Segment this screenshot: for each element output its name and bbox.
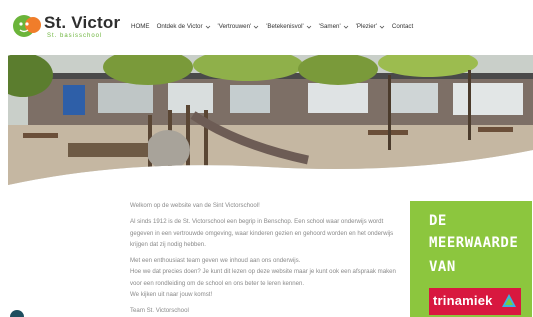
nav-item-contact[interactable]: Contact bbox=[392, 23, 413, 30]
main-nav: HOME Ontdek de Victor 'Vertrouwen' 'Bete… bbox=[131, 23, 420, 30]
chevron-down-icon bbox=[306, 25, 311, 29]
welcome-text: Welkom op de website van de Sint Victors… bbox=[130, 202, 260, 209]
team-paragraph-line: We kijken uit naar jouw komst! bbox=[130, 291, 213, 299]
logo-subtitle: St. basisschool bbox=[47, 33, 103, 39]
triangle-logo-icon bbox=[502, 294, 516, 307]
chevron-down-icon bbox=[343, 25, 348, 29]
nav-item-home[interactable]: HOME bbox=[131, 23, 150, 30]
chevron-down-icon bbox=[253, 25, 259, 29]
team-paragraph-line: Hoe we dat precies doen? Je kunt dit lez… bbox=[130, 268, 396, 287]
team-paragraph-line: Met een enthousiast team geven we inhoud… bbox=[130, 257, 301, 265]
logo-mark-icon bbox=[13, 15, 41, 37]
brand-name: trinamiek bbox=[433, 293, 493, 308]
nav-item-vertrouwen[interactable]: 'Vertrouwen' bbox=[218, 23, 260, 30]
nav-item-label: 'Samen' bbox=[318, 23, 341, 30]
chevron-down-icon bbox=[379, 25, 385, 29]
site-header: St. Victor St. basisschool HOME Ontdek d… bbox=[0, 0, 533, 55]
promo-line: VAN bbox=[429, 259, 456, 275]
trinamiek-badge[interactable]: trinamiek bbox=[429, 288, 521, 315]
nav-item-betekenisvol[interactable]: 'Betekenisvol' bbox=[266, 23, 311, 30]
nav-item-label: 'Vertrouwen' bbox=[217, 23, 252, 30]
hero-image bbox=[8, 55, 533, 187]
nav-item-label: Ontdek de Victor bbox=[156, 23, 203, 30]
intro-paragraph: Al sinds 1912 is de St. Victorschool een… bbox=[130, 218, 394, 248]
signoff-text: Team St. Victorschool bbox=[130, 307, 189, 315]
nav-item-label: HOME bbox=[131, 23, 150, 30]
nav-item-plezier[interactable]: 'Plezier' bbox=[356, 23, 385, 30]
nav-item-label: 'Betekenisvol' bbox=[266, 23, 304, 30]
nav-item-label: Contact bbox=[391, 23, 414, 30]
logo[interactable]: St. Victor St. basisschool bbox=[12, 11, 122, 43]
nav-item-samen[interactable]: 'Samen' bbox=[319, 23, 349, 30]
intro-text: Welkom op de website van de Sint Victors… bbox=[130, 200, 400, 317]
scroll-to-top-icon[interactable] bbox=[10, 310, 24, 317]
nav-item-ontdek[interactable]: Ontdek de Victor bbox=[157, 23, 211, 30]
logo-title: St. Victor bbox=[44, 13, 121, 32]
nav-item-label: 'Plezier' bbox=[355, 23, 377, 30]
promo-line: MEERWAARDE bbox=[429, 235, 519, 251]
promo-line: DE bbox=[429, 213, 447, 229]
promo-banner[interactable]: DE MEERWAARDE VAN trinamiek bbox=[410, 201, 532, 317]
chevron-down-icon bbox=[205, 25, 210, 29]
